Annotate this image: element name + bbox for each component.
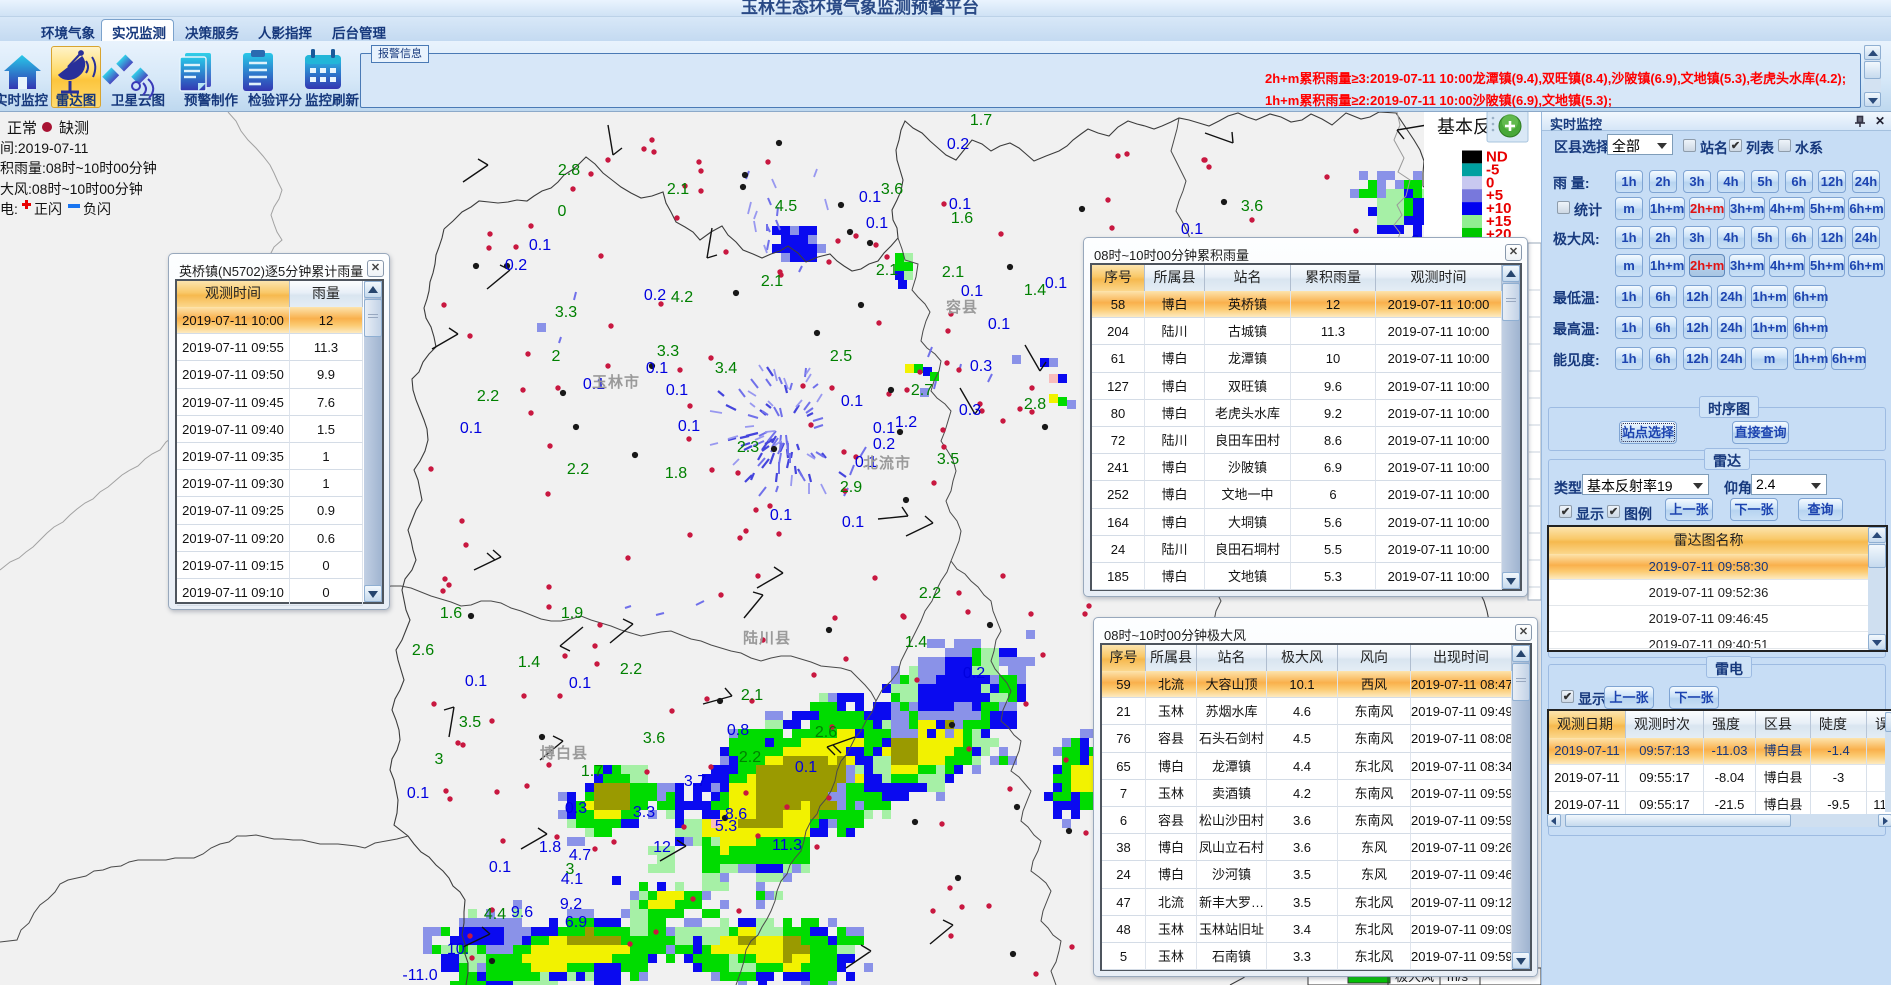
svg-text:3.3: 3.3 <box>657 343 679 360</box>
svg-text:0.1: 0.1 <box>988 316 1010 333</box>
svg-text:2.8: 2.8 <box>1024 396 1046 413</box>
svg-text:2.2: 2.2 <box>739 749 761 766</box>
svg-text:0.1: 0.1 <box>866 215 888 232</box>
svg-text:0.1: 0.1 <box>795 759 817 776</box>
svg-text:2.1: 2.1 <box>942 264 964 281</box>
svg-text:3.6: 3.6 <box>881 181 903 198</box>
svg-text:0.1: 0.1 <box>859 189 881 206</box>
svg-text:12: 12 <box>653 839 671 856</box>
svg-text:1.8: 1.8 <box>539 839 561 856</box>
svg-text:0.2: 0.2 <box>505 257 527 274</box>
svg-text:2.1: 2.1 <box>876 262 898 279</box>
svg-text:电:: 电: <box>0 201 18 217</box>
svg-text:0.1: 0.1 <box>1045 275 1067 292</box>
svg-text:4.5: 4.5 <box>775 198 797 215</box>
svg-text:0.2: 0.2 <box>873 436 895 453</box>
svg-text:0.3: 0.3 <box>970 358 992 375</box>
svg-text:0.1: 0.1 <box>646 360 668 377</box>
svg-text:0.1: 0.1 <box>678 418 700 435</box>
svg-text:1.6: 1.6 <box>440 605 462 622</box>
svg-text:1.9: 1.9 <box>561 605 583 622</box>
svg-text:2: 2 <box>552 348 561 365</box>
svg-text:5.3: 5.3 <box>715 818 737 835</box>
svg-text:1.8: 1.8 <box>665 465 687 482</box>
svg-text:陆川县: 陆川县 <box>743 630 791 647</box>
svg-text:0.1: 0.1 <box>666 382 688 399</box>
svg-text:积雨量:08时~10时00分钟: 积雨量:08时~10时00分钟 <box>0 160 157 176</box>
svg-text:3.6: 3.6 <box>643 730 665 747</box>
svg-text:0.1: 0.1 <box>569 675 591 692</box>
svg-text:10.: 10. <box>447 941 469 958</box>
svg-text:2.1: 2.1 <box>667 181 689 198</box>
svg-text:6.9: 6.9 <box>565 914 587 931</box>
svg-text:2.6: 2.6 <box>412 642 434 659</box>
svg-text:4.7: 4.7 <box>569 847 591 864</box>
svg-text:1.4: 1.4 <box>1024 282 1046 299</box>
svg-text:1.7: 1.7 <box>970 112 992 129</box>
svg-text:1.4: 1.4 <box>905 634 927 651</box>
svg-text:0.1: 0.1 <box>949 196 971 213</box>
svg-text:0.1: 0.1 <box>489 859 511 876</box>
svg-text:4.4: 4.4 <box>484 906 506 923</box>
svg-text:基本反: 基本反 <box>1437 117 1491 137</box>
svg-text:4.1: 4.1 <box>561 871 583 888</box>
svg-text:0.1: 0.1 <box>529 237 551 254</box>
svg-text:2.5: 2.5 <box>830 348 852 365</box>
svg-text:2.7: 2.7 <box>911 382 933 399</box>
svg-text:0.3: 0.3 <box>565 800 587 817</box>
svg-text:0.2: 0.2 <box>644 287 666 304</box>
svg-text:1.4: 1.4 <box>518 654 540 671</box>
svg-text:2.3: 2.3 <box>737 439 759 456</box>
svg-text:2.2: 2.2 <box>477 388 499 405</box>
svg-text:2.8: 2.8 <box>558 162 580 179</box>
svg-text:0.1: 0.1 <box>465 673 487 690</box>
svg-text:2.9: 2.9 <box>840 479 862 496</box>
svg-text:2.2: 2.2 <box>567 461 589 478</box>
svg-text:3.3: 3.3 <box>633 804 655 821</box>
svg-text:0.3: 0.3 <box>959 402 981 419</box>
svg-text:3.7: 3.7 <box>684 773 706 790</box>
svg-text:0.1: 0.1 <box>841 393 863 410</box>
svg-text:0.1: 0.1 <box>961 283 983 300</box>
svg-text:3.5: 3.5 <box>937 451 959 468</box>
svg-text:9.2: 9.2 <box>560 896 582 913</box>
svg-text:1.7: 1.7 <box>581 763 603 780</box>
svg-text:0: 0 <box>558 203 567 220</box>
svg-text:0.8: 0.8 <box>727 722 749 739</box>
svg-text:2.6: 2.6 <box>815 724 837 741</box>
svg-text:0.1: 0.1 <box>460 420 482 437</box>
svg-text:0.2: 0.2 <box>947 136 969 153</box>
svg-text:玉林市: 玉林市 <box>592 373 640 391</box>
svg-text:3.6: 3.6 <box>1241 198 1263 215</box>
svg-text:北流市: 北流市 <box>863 454 911 472</box>
svg-text:2.1: 2.1 <box>741 687 763 704</box>
svg-text:1.2: 1.2 <box>895 414 917 431</box>
svg-text:大风:08时~10时00分钟: 大风:08时~10时00分钟 <box>0 181 143 197</box>
svg-text:正闪: 正闪 <box>34 201 62 217</box>
svg-text:3: 3 <box>435 751 444 768</box>
svg-text:3.5: 3.5 <box>459 714 481 731</box>
svg-text:间:2019-07-11: 间:2019-07-11 <box>0 140 89 156</box>
svg-text:4.2: 4.2 <box>671 289 693 306</box>
svg-text:0.1: 0.1 <box>873 420 895 437</box>
svg-text:0.1: 0.1 <box>842 514 864 531</box>
svg-text:3.4: 3.4 <box>715 360 737 377</box>
svg-text:0.2: 0.2 <box>963 665 985 682</box>
svg-text:容县: 容县 <box>945 298 978 316</box>
svg-text:博白县: 博白县 <box>540 744 588 762</box>
svg-text:2.2: 2.2 <box>620 661 642 678</box>
svg-text:2.1: 2.1 <box>761 273 783 290</box>
svg-text:9.6: 9.6 <box>511 904 533 921</box>
svg-text:0.1: 0.1 <box>1181 221 1203 238</box>
svg-text:0.1: 0.1 <box>407 785 429 802</box>
svg-text:0.1: 0.1 <box>770 507 792 524</box>
svg-text:-11.0: -11.0 <box>402 967 437 984</box>
svg-text:3.3: 3.3 <box>555 304 577 321</box>
svg-text:11.3: 11.3 <box>772 837 802 854</box>
svg-text:2.2: 2.2 <box>919 585 941 602</box>
svg-text:负闪: 负闪 <box>83 201 111 217</box>
